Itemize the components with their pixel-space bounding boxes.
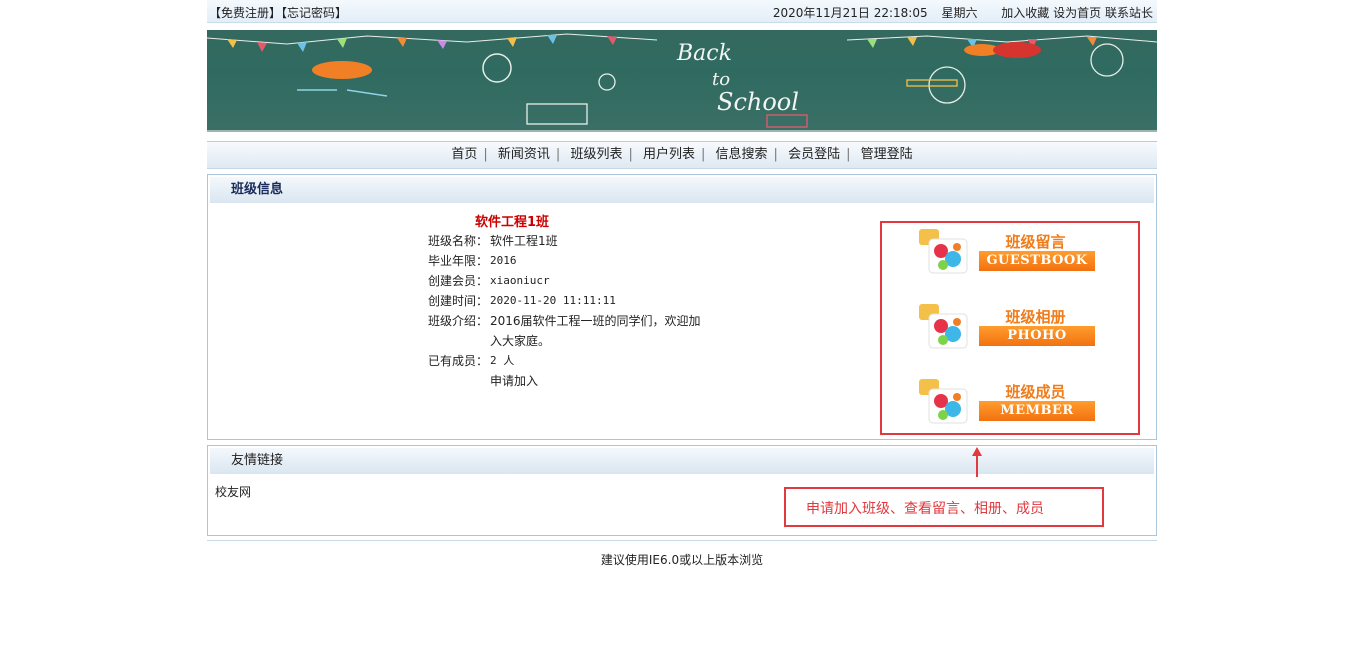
info-value: 2016届软件工程一班的同学们，欢迎加 bbox=[490, 314, 701, 328]
top-right-area: 2020年11月21日 22:18:05 星期六 加入收藏 设为首页 联系站长 bbox=[773, 4, 1153, 21]
nav-class-list[interactable]: 班级列表 bbox=[570, 147, 622, 162]
main-nav: 首页 | 新闻资讯 | 班级列表 | 用户列表 | 信息搜索 | 会员登陆 | 管理登陆 bbox=[207, 141, 1157, 169]
nav-home[interactable]: 首页 bbox=[451, 147, 477, 162]
friend-link-alumni[interactable]: 校友网 bbox=[215, 483, 251, 500]
info-row-members: 已有成员： 2 人 bbox=[428, 351, 701, 371]
register-link[interactable]: 【免费注册】 bbox=[209, 6, 281, 20]
nav-user-list[interactable]: 用户列表 bbox=[643, 147, 695, 162]
guestbook-button[interactable]: 班级留言 GUESTBOOK bbox=[917, 227, 1097, 277]
nav-news[interactable]: 新闻资讯 bbox=[498, 147, 550, 162]
info-key: 创建会员： bbox=[428, 274, 489, 288]
nav-separator: | bbox=[628, 147, 633, 162]
info-value: 2016 bbox=[490, 254, 517, 267]
datetime: 2020年11月21日 22:18:05 bbox=[772, 6, 928, 20]
info-key: 班级名称： bbox=[428, 234, 489, 248]
join-class-link[interactable]: 申请加入 bbox=[490, 371, 538, 391]
info-row-year: 毕业年限： 2016 bbox=[428, 251, 701, 271]
members-label-en: MEMBER bbox=[979, 401, 1095, 421]
chalk-text-to: to bbox=[712, 69, 730, 90]
class-title: 软件工程1班 bbox=[475, 215, 550, 230]
info-key: 毕业年限： bbox=[428, 254, 489, 268]
info-row-intro-cont: 入大家庭。 bbox=[428, 331, 701, 351]
footer-note: 建议使用IE6.0或以上版本浏览 bbox=[600, 553, 764, 567]
info-value: 入大家庭。 bbox=[490, 334, 551, 348]
info-value: 软件工程1班 bbox=[490, 234, 558, 248]
chalk-text-back: Back bbox=[676, 41, 732, 66]
nav-member-login[interactable]: 会员登陆 bbox=[788, 147, 840, 162]
info-key: 创建时间： bbox=[428, 294, 489, 308]
nav-separator: | bbox=[483, 147, 488, 162]
info-value: xiaoniucr bbox=[490, 274, 550, 287]
friend-links-heading: 友情链接 bbox=[210, 448, 1154, 474]
info-key: 已有成员： bbox=[428, 354, 489, 368]
photo-album-button[interactable]: 班级相册 PHOHO bbox=[917, 302, 1097, 352]
banner-art: Back to School bbox=[207, 33, 1157, 128]
members-button[interactable]: 班级成员 MEMBER bbox=[917, 377, 1097, 427]
contact-link[interactable]: 联系站长 bbox=[1105, 6, 1153, 20]
info-row-created: 创建时间： 2020-11-20 11:11:11 bbox=[428, 291, 701, 311]
account-links: 【免费注册】【忘记密码】 bbox=[209, 4, 347, 21]
nav-separator: | bbox=[555, 147, 561, 162]
footer-divider bbox=[207, 540, 1157, 541]
cube-icon bbox=[919, 379, 968, 424]
info-key bbox=[428, 331, 490, 351]
weekday: 星期六 bbox=[941, 6, 978, 20]
nav-search[interactable]: 信息搜索 bbox=[716, 147, 768, 162]
bookmark-link[interactable]: 加入收藏 bbox=[1001, 6, 1049, 20]
nav-separator: | bbox=[701, 147, 706, 162]
info-row-join: 申请加入 bbox=[428, 371, 701, 391]
class-info-details: 软件工程1班 班级名称： 软件工程1班 毕业年限： 2016 创建会员： xiaoni… bbox=[428, 211, 701, 391]
cube-icon bbox=[919, 304, 968, 349]
cube-icon bbox=[919, 229, 968, 274]
banner-chalkboard: Back to School bbox=[207, 30, 1157, 132]
nav-admin-login[interactable]: 管理登陆 bbox=[861, 147, 913, 162]
guestbook-label-cn: 班级留言 bbox=[1005, 233, 1066, 251]
nav-separator: | bbox=[773, 147, 778, 162]
forgot-password-link[interactable]: 【忘记密码】 bbox=[281, 6, 347, 20]
info-value: 2 人 bbox=[490, 354, 515, 367]
info-row-creator: 创建会员： xiaoniucr bbox=[428, 271, 701, 291]
annotation-callout: 申请加入班级、查看留言、相册、成员 bbox=[784, 487, 1104, 527]
members-label-cn: 班级成员 bbox=[1005, 383, 1066, 401]
info-key: 班级介绍： bbox=[428, 314, 489, 328]
info-key bbox=[428, 371, 490, 391]
guestbook-label-en: GUESTBOOK bbox=[979, 251, 1095, 271]
arrow-up-icon bbox=[972, 447, 982, 477]
set-homepage-link[interactable]: 设为首页 bbox=[1053, 6, 1101, 20]
photo-album-label-en: PHOHO bbox=[979, 326, 1095, 346]
annotation-box: 班级留言 GUESTBOOK 班级相册 PHOHO 班级成员 MEMBER bbox=[880, 221, 1140, 435]
chalk-text-school: School bbox=[717, 88, 799, 116]
nav-separator: | bbox=[846, 147, 851, 162]
info-row-intro: 班级介绍： 2016届软件工程一班的同学们，欢迎加 bbox=[428, 311, 701, 331]
class-info-heading: 班级信息 bbox=[210, 177, 1154, 203]
photo-album-label-cn: 班级相册 bbox=[1005, 308, 1066, 326]
top-bar: 【免费注册】【忘记密码】 2020年11月21日 22:18:05 星期六 加入… bbox=[207, 0, 1157, 23]
info-value: 2020-11-20 11:11:11 bbox=[490, 294, 616, 307]
info-row-name: 班级名称： 软件工程1班 bbox=[428, 231, 701, 251]
